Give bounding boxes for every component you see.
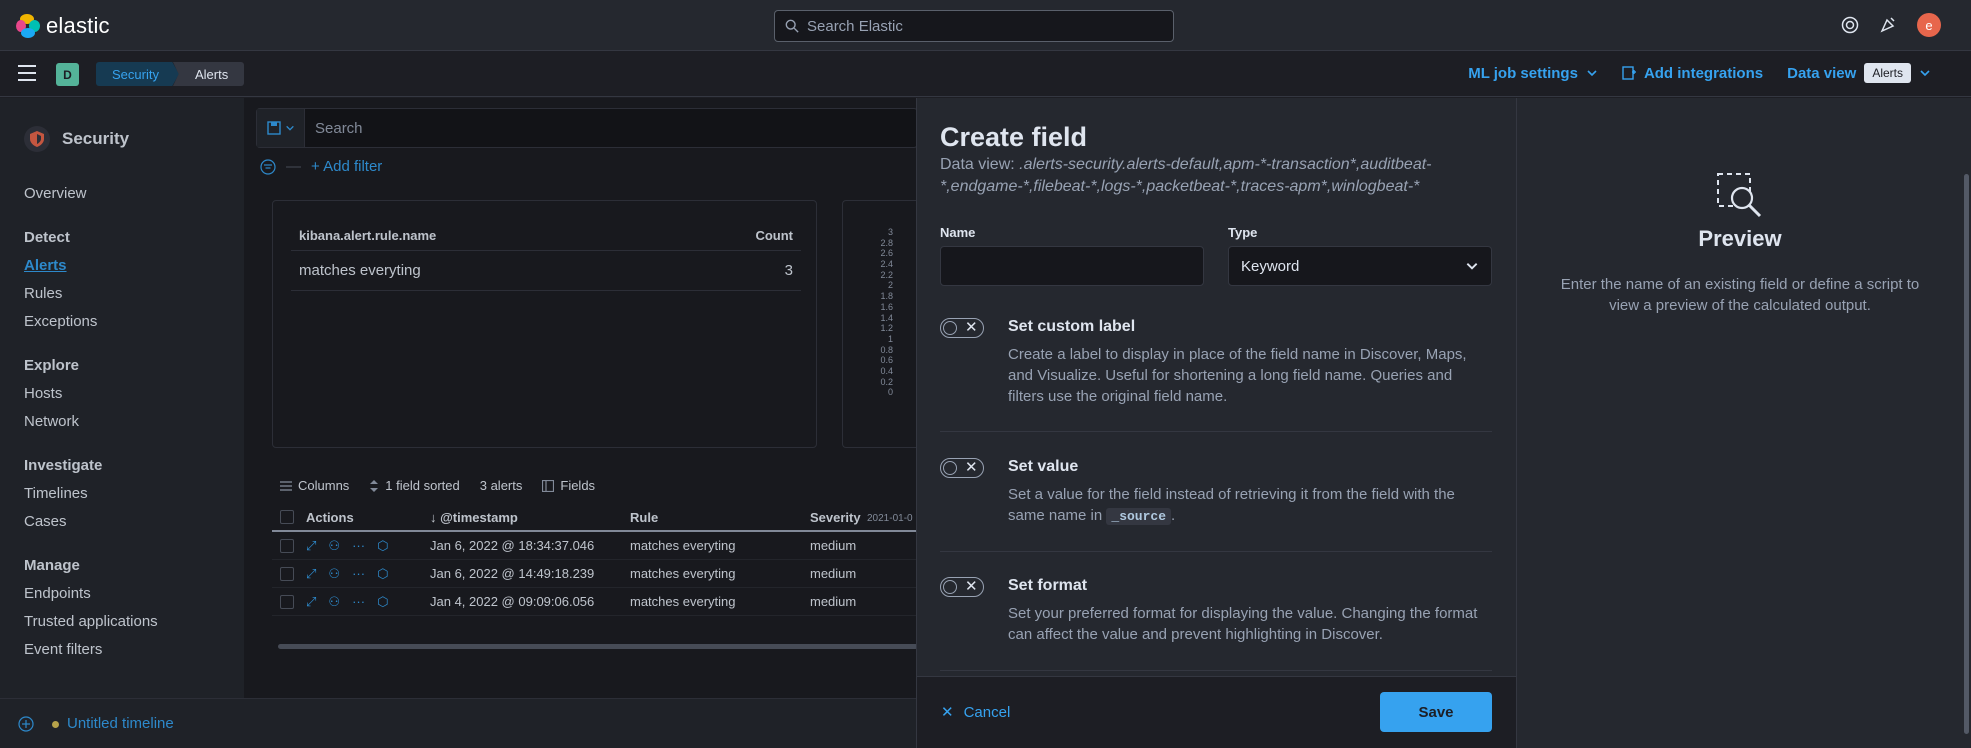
help-icon[interactable] (1841, 16, 1859, 34)
type-select[interactable]: Keyword (1228, 246, 1492, 286)
flyout-data-view: Data view: .alerts-security.alerts-defau… (940, 154, 1490, 198)
global-search-input[interactable] (807, 17, 1147, 35)
chevron-down-icon (1466, 263, 1478, 270)
add-integrations-button[interactable]: Add integrations (1622, 65, 1763, 82)
add-integrations-label: Add integrations (1643, 64, 1764, 82)
type-select-value: Keyword (1241, 257, 1300, 275)
elastic-logo-icon (16, 14, 40, 38)
top-header: elastic e (0, 0, 1971, 51)
custom-label-section: ✕ Set custom label Create a label to dis… (940, 318, 1492, 432)
breadcrumb-bar: D Security Alerts ML job settings Add in… (0, 51, 1971, 97)
elastic-logo[interactable]: elastic (16, 13, 110, 39)
flyout-overlay-mask[interactable] (0, 98, 916, 748)
chevron-down-icon (1587, 70, 1597, 77)
menu-icon[interactable] (18, 65, 36, 81)
type-label: Type (1228, 225, 1258, 240)
global-search[interactable] (774, 10, 1174, 42)
custom-label-toggle[interactable]: ✕ (940, 318, 984, 338)
close-icon: ✕ (965, 459, 978, 476)
cancel-label: Cancel (963, 703, 1011, 721)
breadcrumb-security[interactable]: Security (96, 62, 179, 86)
preview-title: Preview (1698, 226, 1782, 251)
close-icon: ✕ (965, 578, 978, 595)
set-format-desc: Set your preferred format for displaying… (1008, 605, 1478, 643)
chevron-down-icon (1920, 70, 1930, 77)
set-value-desc-text: Set a value for the field instead of ret… (1008, 486, 1455, 524)
cross-icon: ✕ (941, 704, 954, 721)
cancel-button[interactable]: ✕ Cancel (941, 703, 1011, 722)
data-view-badge: Alerts (1864, 63, 1911, 83)
set-format-toggle[interactable]: ✕ (940, 577, 984, 597)
integrations-icon (1622, 66, 1636, 80)
newsfeed-icon[interactable] (1879, 16, 1897, 34)
page-scrollbar[interactable] (1962, 98, 1971, 748)
preview-desc: Enter the name of an existing field or d… (1560, 276, 1920, 314)
flyout-title: Create field (940, 122, 1088, 152)
breadcrumb-alerts: Alerts (172, 62, 245, 86)
data-view-picker[interactable]: Data view Alerts (1787, 63, 1931, 83)
name-field[interactable] (940, 246, 1204, 286)
set-value-desc: Set a value for the field instead of ret… (1008, 484, 1492, 527)
brand-name: elastic (46, 13, 110, 38)
set-value-title: Set value (1008, 458, 1079, 475)
search-icon (785, 19, 799, 33)
data-view-prefix: Data view: (940, 156, 1015, 173)
set-value-desc-end: . (1171, 507, 1176, 524)
inspect-icon (1717, 173, 1762, 218)
space-avatar[interactable]: D (56, 63, 79, 86)
save-button[interactable]: Save (1380, 692, 1492, 732)
source-code: _source (1106, 508, 1171, 525)
custom-label-desc: Create a label to display in place of th… (1008, 346, 1467, 405)
ml-job-settings-label: ML job settings (1468, 64, 1578, 82)
name-label: Name (940, 225, 976, 240)
data-view-label: Data view (1787, 64, 1857, 82)
user-avatar[interactable]: e (1917, 13, 1941, 37)
set-format-section: ✕ Set format Set your preferred format f… (940, 577, 1492, 671)
set-value-toggle[interactable]: ✕ (940, 458, 984, 478)
custom-label-title: Set custom label (1008, 318, 1136, 335)
breadcrumb: Security Alerts (96, 62, 245, 86)
flyout-footer: ✕ Cancel Save (917, 676, 1517, 748)
preview-panel: Preview Enter the name of an existing fi… (1516, 98, 1962, 748)
set-value-section: ✕ Set value Set a value for the field in… (940, 458, 1492, 552)
create-field-flyout: Create field Data view: .alerts-security… (916, 98, 1517, 748)
close-icon: ✕ (965, 319, 978, 336)
ml-job-settings-button[interactable]: ML job settings (1468, 65, 1598, 82)
set-format-title: Set format (1008, 577, 1088, 594)
